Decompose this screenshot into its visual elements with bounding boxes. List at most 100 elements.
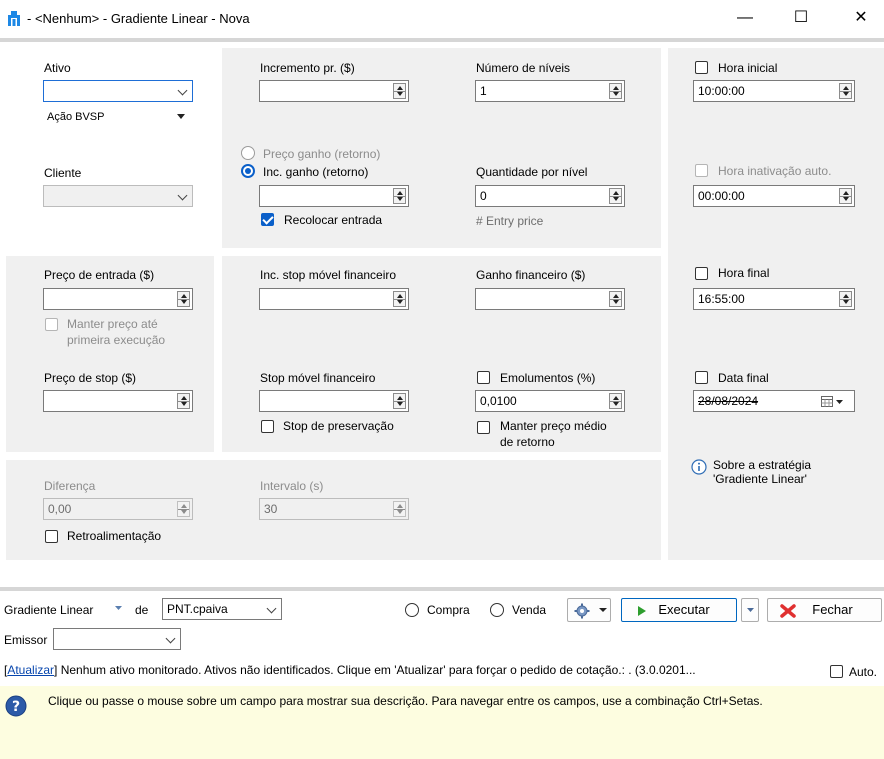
spin-buttons[interactable] <box>839 83 852 99</box>
spin-buttons[interactable] <box>839 188 852 204</box>
stop-input[interactable] <box>43 390 193 412</box>
spin-buttons[interactable] <box>177 501 190 517</box>
chevron-down-icon <box>165 633 176 644</box>
strategy-dropdown-icon[interactable] <box>115 606 122 611</box>
spin-buttons[interactable] <box>609 291 622 307</box>
svg-text:?: ? <box>12 699 20 715</box>
close-button[interactable]: ✕ <box>851 8 871 28</box>
intervalo-label: Intervalo (s) <box>260 479 324 493</box>
ativo-type-dropdown-icon[interactable] <box>177 114 185 120</box>
entry-price-hint: # Entry price <box>476 214 544 228</box>
hora-inativacao-checkbox[interactable] <box>695 164 708 177</box>
retroalimentacao-label: Retroalimentação <box>67 529 162 543</box>
spin-buttons[interactable] <box>177 291 190 307</box>
help-question-icon: ? <box>5 695 27 717</box>
atualizar-link[interactable]: Atualizar <box>7 663 54 677</box>
intervalo-value: 30 <box>264 502 278 516</box>
manter-medio-checkbox[interactable] <box>477 421 490 434</box>
de-label: de <box>135 603 149 617</box>
sobre-link-1[interactable]: Sobre a estratégia <box>713 458 811 472</box>
executar-button[interactable]: Executar <box>621 598 737 622</box>
maximize-button[interactable]: ☐ <box>791 8 811 28</box>
info-icon[interactable] <box>691 459 707 475</box>
stop-movel-input[interactable] <box>259 390 409 412</box>
bottom-separator <box>0 587 884 591</box>
emolumentos-input[interactable]: 0,0100 <box>475 390 625 412</box>
intervalo-input[interactable]: 30 <box>259 498 409 520</box>
emolumentos-label: Emolumentos (%) <box>500 371 596 385</box>
cliente-combo[interactable] <box>43 185 193 207</box>
spin-buttons[interactable] <box>393 188 406 204</box>
cliente-label: Cliente <box>44 166 82 180</box>
ativo-label: Ativo <box>44 61 71 75</box>
hora-inativacao-input[interactable]: 00:00:00 <box>693 185 855 207</box>
manter-preco-checkbox[interactable] <box>45 318 58 331</box>
radio-inc-ganho[interactable] <box>241 164 255 178</box>
hora-inicial-input[interactable]: 10:00:00 <box>693 80 855 102</box>
fechar-label: Fechar <box>812 602 853 617</box>
data-final-picker[interactable]: 28/08/2024 <box>693 390 855 412</box>
hora-final-value: 16:55:00 <box>698 292 745 306</box>
inc-stop-input[interactable] <box>259 288 409 310</box>
auto-checkbox[interactable] <box>830 665 843 678</box>
spin-buttons[interactable] <box>393 393 406 409</box>
hora-inicial-checkbox[interactable] <box>695 61 708 74</box>
manter-medio-label-2: de retorno <box>500 435 555 449</box>
spin-buttons[interactable] <box>609 188 622 204</box>
spin-buttons[interactable] <box>393 83 406 99</box>
strategy-label: Gradiente Linear <box>4 603 94 617</box>
status-line: [Atualizar] Nenhum ativo monitorado. Ati… <box>4 663 830 677</box>
hora-inicial-value: 10:00:00 <box>698 84 745 98</box>
retroalimentacao-checkbox[interactable] <box>45 530 58 543</box>
help-text: Clique ou passe o mouse sobre um campo p… <box>48 694 763 708</box>
hora-final-label: Hora final <box>718 266 770 280</box>
spin-buttons[interactable] <box>839 291 852 307</box>
quantidade-input[interactable]: 0 <box>475 185 625 207</box>
radio-compra[interactable] <box>405 603 419 617</box>
incremento-label: Incremento pr. ($) <box>260 61 355 75</box>
niveis-value: 1 <box>480 84 487 98</box>
radio-preco-ganho[interactable] <box>241 146 255 160</box>
entrada-input[interactable] <box>43 288 193 310</box>
emolumentos-checkbox[interactable] <box>477 371 490 384</box>
ganho-fin-input[interactable] <box>475 288 625 310</box>
hora-inativacao-value: 00:00:00 <box>698 189 745 203</box>
help-panel: ? Clique ou passe o mouse sobre um campo… <box>0 686 884 759</box>
spin-buttons[interactable] <box>393 501 406 517</box>
stop-movel-label: Stop móvel financeiro <box>260 371 376 385</box>
close-x-icon <box>780 604 796 618</box>
diferenca-input[interactable]: 0,00 <box>43 498 193 520</box>
data-final-label: Data final <box>718 371 769 385</box>
spin-buttons[interactable] <box>609 393 622 409</box>
hora-final-input[interactable]: 16:55:00 <box>693 288 855 310</box>
spin-buttons[interactable] <box>177 393 190 409</box>
minimize-button[interactable]: — <box>735 8 755 28</box>
spin-buttons[interactable] <box>393 291 406 307</box>
emissor-label: Emissor <box>4 633 48 647</box>
entrada-label: Preço de entrada ($) <box>44 268 155 282</box>
incremento-input[interactable] <box>259 80 409 102</box>
niveis-input[interactable]: 1 <box>475 80 625 102</box>
manter-medio-label-1: Manter preço médio <box>500 419 607 433</box>
radio-preco-ganho-label: Preço ganho (retorno) <box>263 147 381 161</box>
hora-final-checkbox[interactable] <box>695 267 708 280</box>
spin-buttons[interactable] <box>609 83 622 99</box>
emissor-combo[interactable] <box>53 628 181 650</box>
niveis-label: Número de níveis <box>476 61 571 75</box>
stop-preservacao-checkbox[interactable] <box>261 420 274 433</box>
fechar-button[interactable]: Fechar <box>767 598 882 622</box>
play-icon <box>638 606 646 616</box>
account-combo[interactable]: PNT.cpaiva <box>162 598 282 620</box>
title-bar: - <Nenhum> - Gradiente Linear - Nova — ☐… <box>0 0 884 38</box>
executar-dropdown-button[interactable] <box>741 598 759 622</box>
data-final-checkbox[interactable] <box>695 371 708 384</box>
calendar-dropdown-icon[interactable] <box>821 395 845 408</box>
radio-venda[interactable] <box>490 603 504 617</box>
stop-preservacao-label: Stop de preservação <box>283 419 394 433</box>
inc-ganho-input[interactable] <box>259 185 409 207</box>
settings-button[interactable] <box>567 598 611 622</box>
hora-inicial-label: Hora inicial <box>718 61 778 75</box>
sobre-link-2[interactable]: 'Gradiente Linear' <box>713 472 807 486</box>
recolocar-checkbox[interactable] <box>261 213 274 226</box>
ativo-combo[interactable] <box>43 80 193 102</box>
